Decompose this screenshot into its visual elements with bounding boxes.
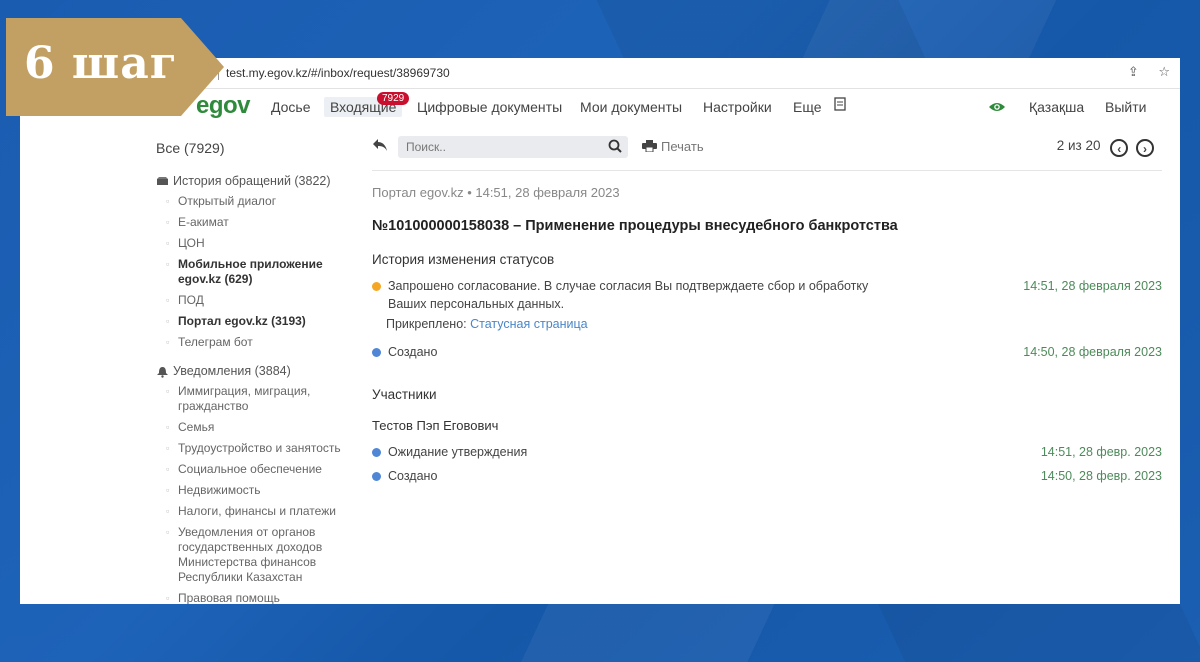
sidebar-item-portal[interactable]: Портал egov.kz (3193)	[166, 314, 346, 329]
sidebar-item-con[interactable]: ЦОН	[166, 236, 346, 251]
sidebar-history-header[interactable]: История обращений (3822)	[156, 174, 346, 188]
sidebar-item-open-dialog[interactable]: Открытый диалог	[166, 194, 346, 209]
pager: 2 из 20 ‹ ›	[1057, 138, 1154, 157]
back-arrow-icon[interactable]	[372, 138, 388, 157]
search-box[interactable]: Поиск..	[398, 136, 628, 158]
message-title: №101000000158038 – Применение процедуры …	[372, 218, 898, 234]
star-icon[interactable]: ☆	[1158, 64, 1170, 79]
inbox-icon	[156, 176, 169, 186]
next-page-icon[interactable]: ›	[1136, 139, 1154, 157]
prev-page-icon[interactable]: ‹	[1110, 139, 1129, 157]
status-text: Запрошено согласование. В случае согласи…	[388, 279, 869, 293]
browser-actions: ⇪ ☆	[1112, 64, 1170, 80]
status-dot-orange	[372, 282, 381, 291]
participant-name: Тестов Пэп Еговович	[372, 418, 499, 433]
nav-more[interactable]: Еще	[793, 99, 822, 115]
message-pane: Поиск.. Печать 2 из 20 ‹ › Портал egov.k…	[372, 136, 1162, 483]
sidebar-history-label: История обращений (3822)	[173, 174, 331, 188]
printer-icon	[642, 140, 657, 152]
toolbar-divider	[372, 170, 1162, 171]
bell-icon	[156, 366, 169, 378]
step-label: 6 шаг	[24, 38, 178, 89]
browser-window: test.my.egov.kz/#/inbox/request/38969730…	[20, 58, 1180, 604]
sidebar-item-employment[interactable]: Трудоустройство и занятость	[166, 441, 346, 456]
sidebar: Все (7929) История обращений (3822) Откр…	[156, 140, 346, 604]
nav-my-documents[interactable]: Мои документы	[580, 99, 682, 115]
more-menu-icon[interactable]	[834, 97, 846, 114]
status-row: Создано 14:50, 28 февраля 2023	[372, 345, 1162, 359]
message-toolbar: Поиск.. Печать 2 из 20 ‹ ›	[372, 136, 1162, 162]
sidebar-item-legal-aid[interactable]: Правовая помощь	[166, 591, 346, 604]
nav-digital-documents[interactable]: Цифровые документы	[417, 99, 562, 115]
participant-status-time: 14:51, 28 февр. 2023	[1040, 445, 1162, 459]
sidebar-item-taxes[interactable]: Налоги, финансы и платежи	[166, 504, 346, 519]
sidebar-item-social[interactable]: Социальное обеспечение	[166, 462, 346, 477]
status-row: Запрошено согласование. В случае согласи…	[372, 279, 1162, 293]
print-label: Печать	[661, 139, 704, 154]
search-input[interactable]: Поиск..	[406, 140, 446, 154]
sidebar-item-e-akimat[interactable]: Е-акимат	[166, 215, 346, 230]
url-field[interactable]: test.my.egov.kz/#/inbox/request/38969730	[226, 66, 450, 80]
participant-status-text: Ожидание утверждения	[388, 445, 528, 459]
sidebar-item-telegram[interactable]: Телеграм бот	[166, 335, 346, 350]
status-dot-blue	[372, 472, 381, 481]
logout-link[interactable]: Выйти	[1105, 99, 1146, 115]
inbox-count-badge: 7929	[377, 92, 410, 105]
participant-status-row: Ожидание утверждения 14:51, 28 февр. 202…	[372, 445, 1162, 459]
pager-count: 2 из 20	[1056, 138, 1101, 153]
sidebar-notifications-label: Уведомления (3884)	[173, 364, 291, 378]
sidebar-notifications-header[interactable]: Уведомления (3884)	[156, 364, 346, 378]
status-time: 14:50, 28 февраля 2023	[1023, 345, 1162, 359]
status-text: Создано	[388, 345, 438, 359]
sidebar-item-family[interactable]: Семья	[166, 420, 346, 435]
nav-settings[interactable]: Настройки	[703, 99, 772, 115]
nav-dossier[interactable]: Досье	[271, 99, 311, 115]
share-icon[interactable]: ⇪	[1128, 64, 1139, 79]
status-text-continued: Ваших персональных данных.	[388, 297, 565, 311]
participant-status-row: Создано 14:50, 28 февр. 2023	[372, 469, 1162, 483]
sidebar-item-realty[interactable]: Недвижимость	[166, 483, 346, 498]
sidebar-item-pod[interactable]: ПОД	[166, 293, 346, 308]
status-history-title: История изменения статусов	[372, 252, 555, 267]
eye-icon[interactable]	[988, 101, 1006, 113]
sidebar-item-revenue-notifications[interactable]: Уведомления от органов государственных д…	[156, 525, 346, 585]
step-badge: 6 шаг	[6, 18, 224, 116]
print-button[interactable]: Печать	[642, 139, 704, 154]
status-dot-blue	[372, 448, 381, 457]
status-page-link[interactable]: Статусная страница	[470, 317, 588, 331]
sidebar-all[interactable]: Все (7929)	[156, 140, 346, 156]
status-time: 14:51, 28 февраля 2023	[1023, 279, 1162, 293]
participant-status-time: 14:50, 28 февр. 2023	[1040, 469, 1162, 483]
participant-status-text: Создано	[388, 469, 438, 483]
sidebar-item-immigration[interactable]: Иммиграция, миграция, гражданство	[156, 384, 346, 414]
participants-title: Участники	[372, 387, 437, 402]
attachment-label: Прикреплено:	[386, 317, 467, 331]
status-dot-blue	[372, 348, 381, 357]
message-source: Портал egov.kz • 14:51, 28 февраля 2023	[372, 185, 620, 200]
sidebar-item-mobile-app[interactable]: Мобильное приложение egov.kz (629)	[156, 257, 346, 287]
attachment-row: Прикреплено: Статусная страница	[372, 317, 1162, 331]
language-switch[interactable]: Қазақша	[1029, 99, 1084, 115]
search-icon[interactable]	[608, 139, 622, 153]
